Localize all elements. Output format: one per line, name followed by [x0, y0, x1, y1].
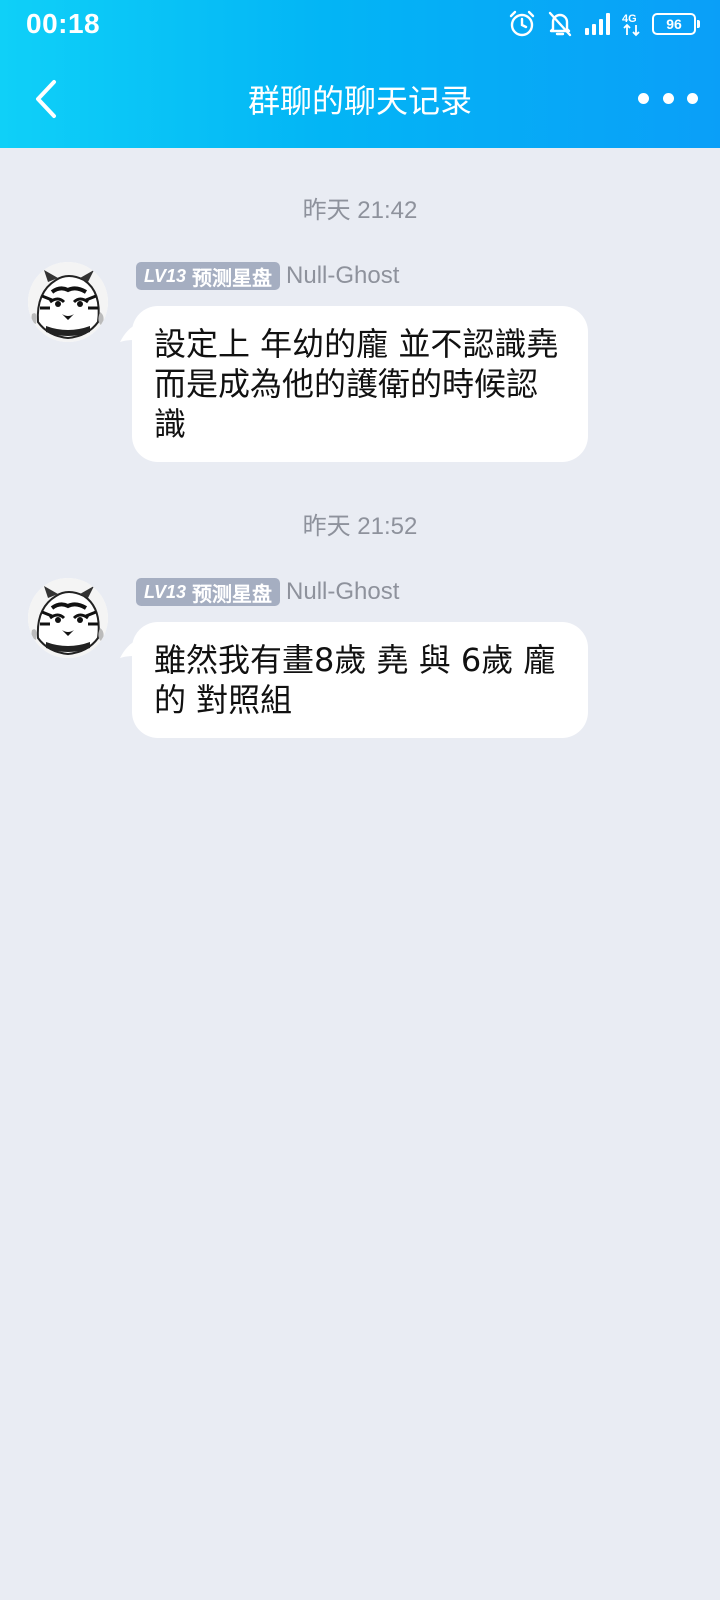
level-label: LV13	[144, 581, 187, 602]
signal-icon	[584, 12, 612, 36]
more-button[interactable]	[638, 80, 698, 116]
message-meta: LV13 预测星盘 Null-Ghost	[136, 578, 399, 606]
message-timestamp: 昨天 21:42	[302, 197, 418, 224]
level-badge: LV13 预测星盘	[136, 262, 281, 290]
svg-text:4G: 4G	[622, 13, 637, 25]
battery-level: 96	[666, 16, 682, 32]
alarm-icon	[508, 10, 536, 38]
message-text: 設定上 年幼的龐 並不認識堯 而是成為他的護衛的時候認識	[154, 325, 559, 443]
avatar[interactable]	[28, 578, 108, 658]
member-title: 预测星盘	[192, 581, 273, 606]
page-title: 群聊的聊天记录	[247, 82, 472, 120]
message-bubble[interactable]: 雖然我有畫8歲 堯 與 6歲 龐的 對照組	[132, 622, 588, 738]
message-timestamp: 昨天 21:52	[302, 513, 418, 540]
member-title: 预测星盘	[192, 265, 273, 290]
battery-icon: 96	[652, 13, 700, 35]
level-badge: LV13 预测星盘	[136, 578, 281, 606]
more-icon	[638, 92, 649, 104]
status-icons: 4G 96	[508, 8, 700, 40]
top-bar: 00:18 4G 96 群聊的聊天记录	[0, 0, 720, 148]
sender-name[interactable]: Null-Ghost	[286, 262, 399, 290]
status-time: 00:18	[26, 8, 101, 39]
sender-name[interactable]: Null-Ghost	[286, 578, 399, 606]
message-bubble[interactable]: 設定上 年幼的龐 並不認識堯 而是成為他的護衛的時候認識	[132, 306, 588, 462]
avatar[interactable]	[28, 262, 108, 342]
message-text: 雖然我有畫8歲 堯 與 6歲 龐的 對照組	[154, 641, 556, 719]
bell-off-icon	[546, 10, 574, 38]
level-label: LV13	[144, 265, 187, 286]
network-4g-icon: 4G	[622, 11, 642, 37]
message-meta: LV13 预测星盘 Null-Ghost	[136, 262, 399, 290]
